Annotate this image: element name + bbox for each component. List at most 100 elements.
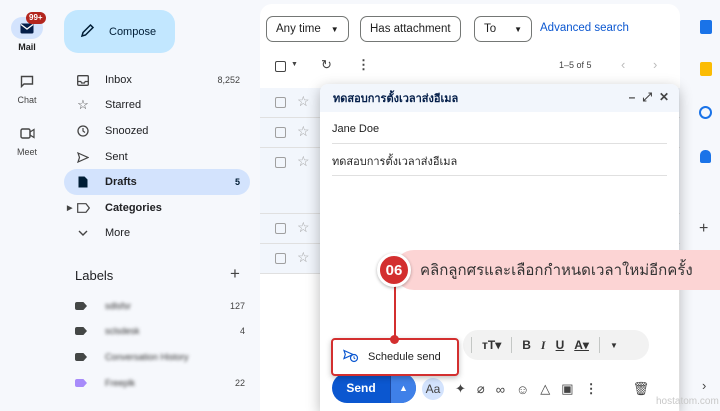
underline-icon[interactable]: U bbox=[556, 338, 565, 352]
rail-chat-label: Chat bbox=[17, 95, 37, 105]
text-size-icon[interactable]: тT▾ bbox=[482, 338, 501, 352]
unread-badge: 99+ bbox=[26, 12, 46, 24]
calendar-icon[interactable] bbox=[700, 20, 712, 34]
more-formatting-icon[interactable]: ▼ bbox=[610, 341, 618, 350]
watermark: hostatom.com bbox=[656, 396, 719, 407]
text-color-icon[interactable]: A▾ bbox=[574, 338, 589, 352]
nav-item-count: 5 bbox=[234, 177, 240, 187]
next-page-icon[interactable]: › bbox=[653, 57, 657, 72]
contacts-icon[interactable] bbox=[700, 150, 711, 163]
tasks-icon[interactable] bbox=[699, 106, 712, 119]
nav-item-label: Starred bbox=[105, 99, 142, 111]
caret-down-icon[interactable]: ▼ bbox=[291, 61, 298, 68]
label-tag-icon bbox=[75, 302, 87, 310]
discard-draft-icon[interactable]: 🗑 bbox=[633, 381, 650, 397]
fullscreen-icon[interactable]: ⤢ bbox=[642, 90, 652, 105]
star-icon[interactable]: ☆ bbox=[297, 153, 310, 170]
emoji-icon[interactable]: ☺ bbox=[516, 382, 529, 397]
to-field[interactable]: Jane Doe bbox=[332, 114, 667, 144]
row-checkbox[interactable] bbox=[275, 223, 286, 234]
label-count: 127 bbox=[229, 301, 245, 311]
row-checkbox[interactable] bbox=[275, 157, 286, 168]
bold-icon[interactable]: B bbox=[522, 338, 531, 352]
to-value: Jane Doe bbox=[332, 122, 380, 135]
schedule-send-icon bbox=[343, 348, 359, 366]
nav-item-sent[interactable]: Sent bbox=[64, 144, 250, 170]
prev-page-icon[interactable]: ‹ bbox=[621, 57, 625, 72]
schedule-send-label: Schedule send bbox=[368, 351, 441, 363]
add-app-icon[interactable]: + bbox=[699, 220, 708, 238]
expand-panel-icon[interactable]: › bbox=[702, 378, 706, 393]
advanced-search-link[interactable]: Advanced search bbox=[540, 22, 629, 34]
label-tag-icon bbox=[75, 379, 87, 387]
draft-icon bbox=[76, 176, 90, 188]
nav-item-snoozed[interactable]: Snoozed bbox=[64, 118, 250, 144]
filter-to[interactable]: To ▼ bbox=[474, 16, 533, 42]
star-icon[interactable]: ☆ bbox=[297, 93, 310, 110]
label-item[interactable]: sdlsfsr 127 bbox=[75, 296, 245, 316]
rail-mail-label: Mail bbox=[18, 42, 36, 52]
compose-title-bar[interactable]: ทดสอบการตั้งเวลาส่งอีเมล – ⤢ ✕ bbox=[320, 84, 679, 112]
label-name: Conversation History bbox=[105, 352, 189, 362]
app-rail: Mail 99+ Chat Meet bbox=[0, 0, 54, 411]
link-icon[interactable]: ∞ bbox=[496, 382, 505, 397]
step-number-badge: 06 bbox=[377, 253, 411, 287]
row-checkbox[interactable] bbox=[275, 253, 286, 264]
send-icon bbox=[76, 151, 90, 163]
subject-value: ทดสอบการตั้งเวลาส่งอีเมล bbox=[332, 155, 458, 168]
photo-icon[interactable]: ▣ bbox=[561, 381, 573, 397]
formatting-toolbar: тT▾ B I U A▾ ▼ bbox=[463, 330, 649, 360]
star-icon[interactable]: ☆ bbox=[297, 219, 310, 236]
label-count: 4 bbox=[239, 326, 245, 336]
nav-item-categories[interactable]: ▶ Categories bbox=[64, 195, 250, 221]
caret-right-icon: ▶ bbox=[67, 205, 73, 212]
star-icon: ☆ bbox=[77, 97, 89, 112]
nav-item-label: Sent bbox=[105, 151, 128, 163]
nav-item-inbox[interactable]: Inbox 8,252 bbox=[64, 67, 250, 93]
page-info: 1–5 of 5 bbox=[559, 60, 592, 70]
nav-item-starred[interactable]: ☆ Starred bbox=[64, 92, 250, 118]
star-icon[interactable]: ☆ bbox=[297, 123, 310, 140]
label-item[interactable]: Freeplk 22 bbox=[75, 373, 245, 393]
label-item[interactable]: Conversation History bbox=[75, 347, 245, 367]
filter-has-attachment[interactable]: Has attachment bbox=[360, 16, 461, 42]
row-checkbox[interactable] bbox=[275, 97, 286, 108]
toolbar-divider bbox=[511, 337, 513, 353]
refresh-icon[interactable]: ↻ bbox=[321, 57, 332, 73]
more-options-icon[interactable]: ⋮ bbox=[585, 381, 598, 397]
italic-icon[interactable]: I bbox=[541, 338, 546, 353]
label-tag-icon bbox=[75, 353, 87, 361]
subject-field[interactable]: ทดสอบการตั้งเวลาส่งอีเมล bbox=[332, 146, 667, 176]
select-all-checkbox[interactable] bbox=[275, 61, 286, 72]
filter-any-time[interactable]: Any time ▼ bbox=[266, 16, 349, 42]
chevron-down-icon bbox=[76, 230, 90, 237]
attach-icon[interactable]: ⌀ bbox=[477, 381, 485, 397]
formatting-options-icon[interactable]: Aa bbox=[422, 378, 444, 400]
label-item[interactable]: sclsdesk 4 bbox=[75, 321, 245, 341]
nav-item-label: Categories bbox=[105, 202, 162, 214]
callout-leader-dot bbox=[390, 335, 399, 344]
compose-label: Compose bbox=[109, 25, 157, 38]
keep-icon[interactable] bbox=[700, 62, 712, 76]
add-label-icon[interactable]: + bbox=[230, 264, 240, 284]
rail-item-chat[interactable]: Chat bbox=[0, 70, 54, 105]
rail-item-meet[interactable]: Meet bbox=[0, 122, 54, 157]
toolbar-divider bbox=[471, 337, 472, 353]
nav-item-label: More bbox=[105, 227, 131, 239]
drive-icon[interactable]: △ bbox=[540, 381, 550, 397]
magic-wand-icon[interactable]: ✦ bbox=[455, 381, 466, 397]
rail-meet-label: Meet bbox=[16, 147, 37, 157]
star-icon[interactable]: ☆ bbox=[297, 249, 310, 266]
nav-item-drafts[interactable]: Drafts 5 bbox=[64, 169, 250, 195]
label-icon bbox=[76, 203, 90, 213]
close-icon[interactable]: ✕ bbox=[659, 90, 669, 105]
minimize-icon[interactable]: – bbox=[629, 90, 636, 105]
row-checkbox[interactable] bbox=[275, 127, 286, 138]
filter-label: To bbox=[484, 23, 497, 35]
nav-item-more[interactable]: More bbox=[64, 220, 250, 246]
label-name: sdlsfsr bbox=[105, 301, 132, 311]
send-button[interactable]: Send bbox=[332, 381, 390, 395]
callout-leader-line bbox=[394, 283, 396, 339]
more-vert-icon[interactable]: ⋮ bbox=[357, 57, 370, 73]
compose-button[interactable]: Compose bbox=[64, 10, 175, 53]
